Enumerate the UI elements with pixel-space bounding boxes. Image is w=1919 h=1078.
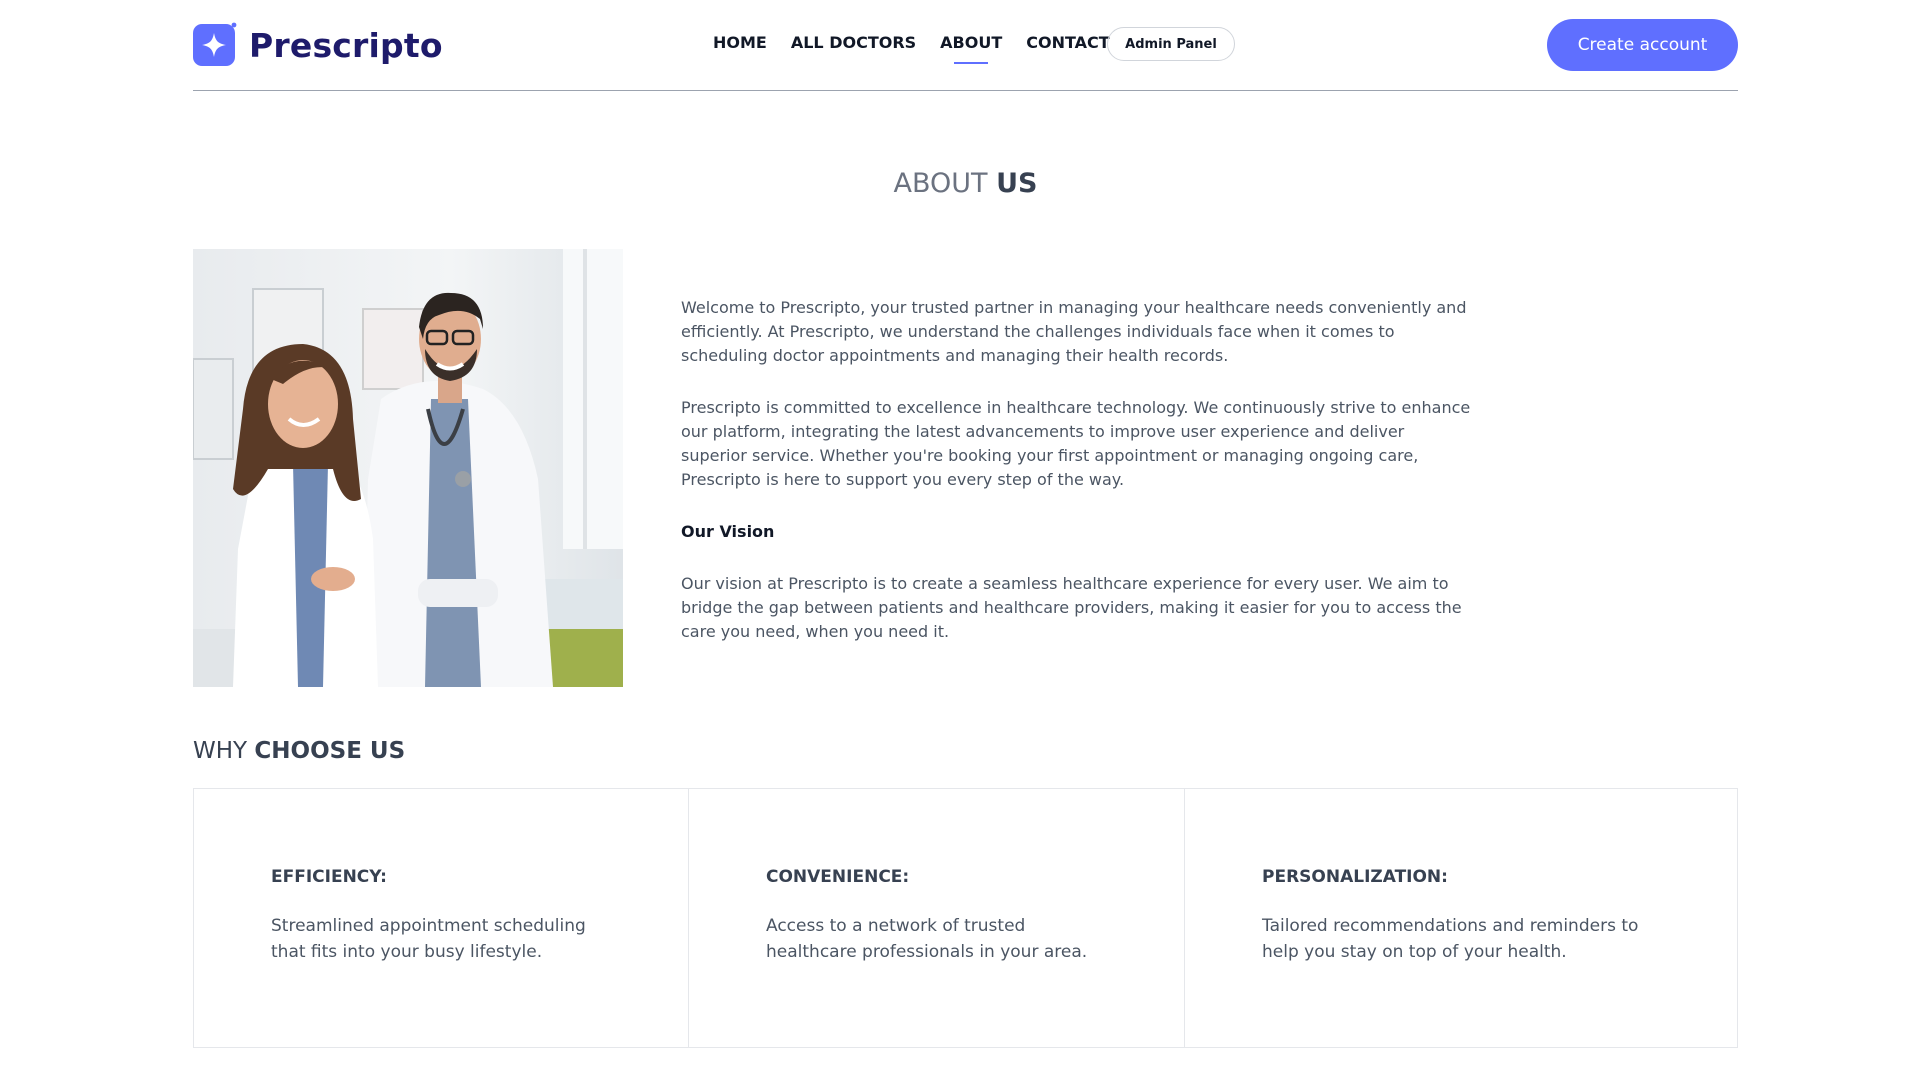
nav-link-contact[interactable]: CONTACT: [1026, 33, 1109, 52]
doctors-image: [193, 249, 623, 687]
card-personalization[interactable]: PERSONALIZATION: Tailored recommendation…: [1185, 788, 1738, 1048]
card-title: EFFICIENCY:: [271, 867, 387, 887]
about-paragraph-2: Prescripto is committed to excellence in…: [681, 398, 1471, 489]
why-cards: EFFICIENCY: Streamlined appointment sche…: [193, 788, 1738, 1048]
nav-link-all-doctors[interactable]: ALL DOCTORS: [791, 33, 916, 52]
nav-links: HOME ALL DOCTORS ABOUT CONTACT: [713, 33, 1134, 52]
about-paragraph-1: Welcome to Prescripto, your trusted part…: [681, 298, 1467, 365]
brand-name: Prescripto: [249, 25, 443, 65]
navbar: Prescripto HOME ALL DOCTORS ABOUT CONTAC…: [193, 0, 1738, 91]
logo[interactable]: Prescripto: [193, 22, 443, 68]
doctors-illustration: [193, 249, 623, 687]
about-title: ABOUT US: [193, 168, 1738, 199]
card-efficiency[interactable]: EFFICIENCY: Streamlined appointment sche…: [193, 788, 689, 1048]
why-title-bold: CHOOSE US: [254, 738, 406, 764]
card-description: Tailored recommendations and reminders t…: [1262, 916, 1639, 962]
card-description: Streamlined appointment scheduling that …: [271, 916, 586, 962]
star-sparkle-icon: [193, 22, 237, 66]
create-account-button[interactable]: Create account: [1547, 19, 1738, 71]
about-title-bold: US: [996, 168, 1038, 199]
card-description: Access to a network of trusted healthcar…: [766, 916, 1088, 962]
why-title-light: WHY: [193, 738, 248, 764]
vision-heading: Our Vision: [681, 522, 775, 541]
admin-panel-button[interactable]: Admin Panel: [1107, 27, 1235, 61]
card-title: PERSONALIZATION:: [1262, 867, 1448, 887]
nav-link-home[interactable]: HOME: [713, 33, 767, 52]
card-convenience[interactable]: CONVENIENCE: Access to a network of trus…: [689, 788, 1185, 1048]
card-title: CONVENIENCE:: [766, 867, 910, 887]
vision-text: Our vision at Prescripto is to create a …: [681, 574, 1462, 641]
about-title-light: ABOUT: [893, 168, 988, 199]
nav-link-about[interactable]: ABOUT: [940, 33, 1002, 52]
why-choose-us-title: WHY CHOOSE US: [193, 738, 405, 764]
page-container: Prescripto HOME ALL DOCTORS ABOUT CONTAC…: [193, 0, 1738, 1048]
about-text: Welcome to Prescripto, your trusted part…: [681, 296, 1471, 672]
